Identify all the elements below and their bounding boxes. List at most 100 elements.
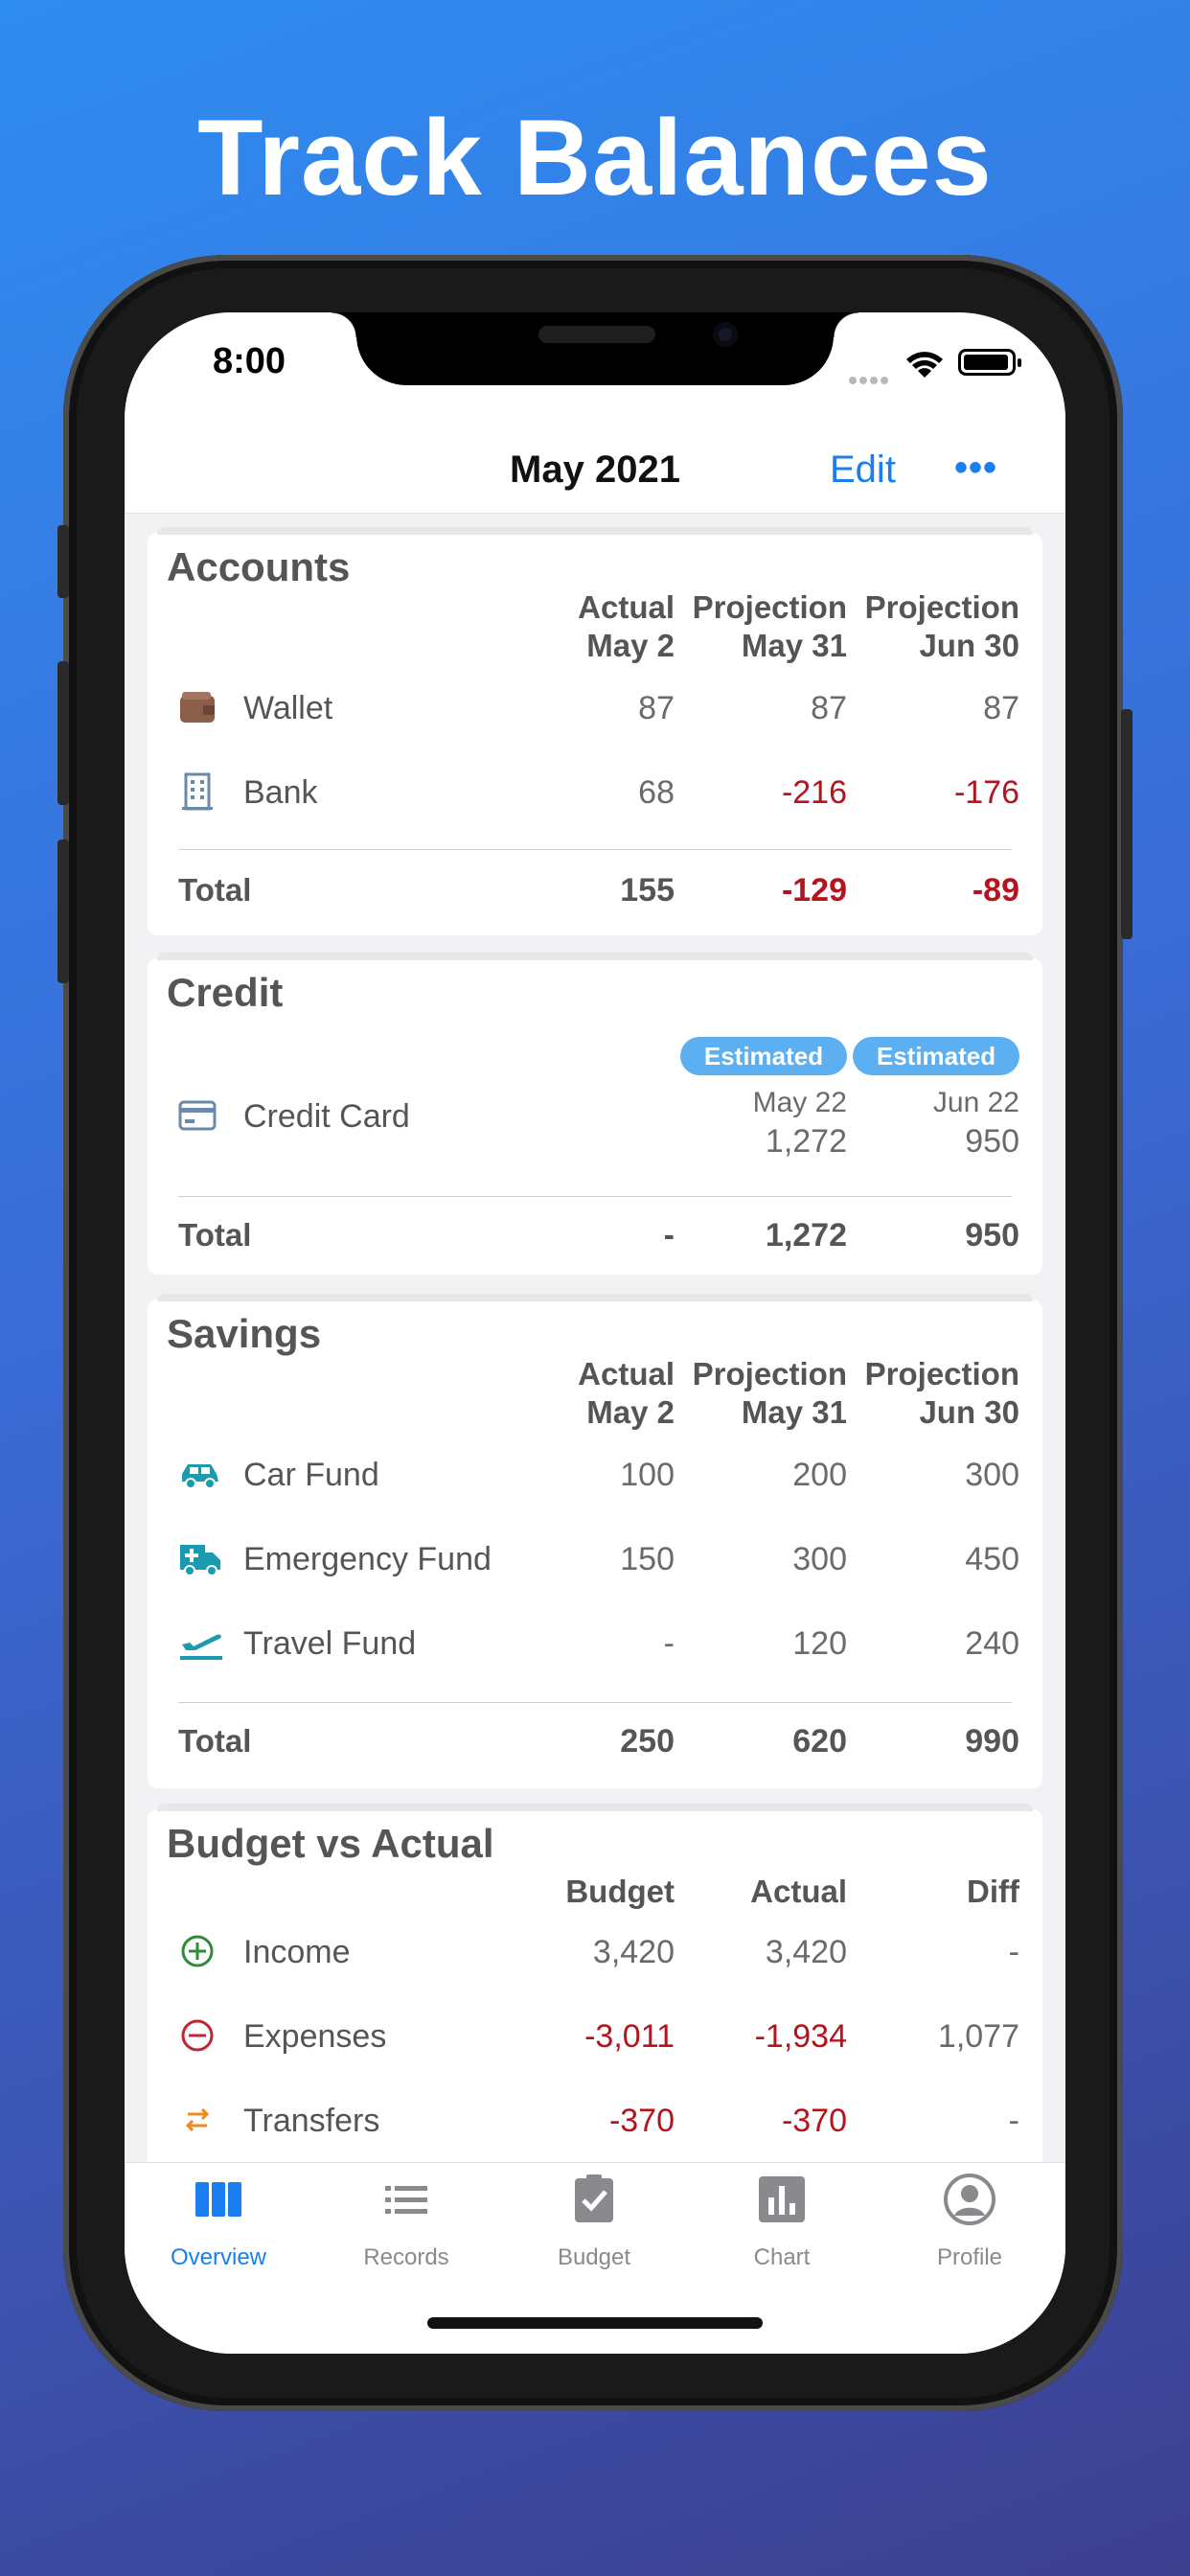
value-cell: -216 (781, 774, 847, 811)
tab-label: Budget (557, 2244, 631, 2270)
total-label: Total (178, 872, 252, 908)
savings-title: Savings (167, 1311, 322, 1356)
value-cell: - (663, 1625, 675, 1662)
plus-circle-icon (181, 1935, 214, 1967)
transfer-arrows-icon (185, 2107, 210, 2132)
tab-chart[interactable]: Chart (688, 2173, 876, 2271)
fund-name-travel: Travel Fund (243, 1625, 417, 1662)
tab-overview[interactable]: Overview (125, 2173, 312, 2271)
accounts-col-header-2: Projection May 31 (692, 589, 847, 663)
value-cell: -176 (953, 774, 1019, 811)
battery-icon (958, 349, 1021, 376)
value-cell: 3,420 (765, 1934, 847, 1970)
tab-profile[interactable]: Profile (876, 2173, 1064, 2271)
front-camera (713, 322, 738, 347)
tab-budget[interactable]: Budget (500, 2173, 688, 2271)
value-cell: 450 (965, 1541, 1019, 1577)
credit-card-section: Credit Estimated Estimated Credit Card M… (148, 953, 1042, 1275)
wifi-icon (906, 352, 943, 378)
divider (178, 1702, 1012, 1703)
value-cell: -3,011 (584, 2018, 675, 2055)
clipboard-check-icon (575, 2174, 613, 2222)
value-cell: 300 (792, 1541, 847, 1577)
nav-bar: May 2021 Edit ••• (125, 437, 1065, 514)
value-cell: - (1008, 1934, 1019, 1970)
value-cell: 87 (638, 690, 675, 726)
value-cell: -370 (781, 2103, 847, 2139)
phone-screen: 8:00 May 2021 Edit ••• Accounts Actual Ma… (125, 312, 1065, 2354)
total-value: 155 (620, 872, 675, 908)
columns-icon (195, 2182, 241, 2217)
total-value: 1,272 (765, 1217, 847, 1254)
overview-scroll[interactable]: Accounts Actual May 2 Projection May 31 Pr… (125, 514, 1065, 2162)
tab-label: Profile (936, 2244, 1003, 2270)
value-cell: 120 (792, 1625, 847, 1662)
value-cell: 87 (811, 690, 847, 726)
total-value: -89 (972, 872, 1019, 908)
budget-title: Budget vs Actual (167, 1821, 494, 1866)
status-time: 8:00 (213, 341, 286, 381)
credit-card-name: Credit Card (243, 1098, 410, 1135)
more-options-button[interactable]: ••• (954, 447, 997, 490)
account-name-bank: Bank (243, 774, 318, 811)
airplane-icon (180, 1634, 222, 1660)
edit-button[interactable]: Edit (830, 448, 896, 492)
page-title[interactable]: May 2021 (125, 448, 1065, 492)
total-value: 620 (792, 1723, 847, 1760)
budget-row-expenses: Expenses (243, 2018, 387, 2055)
value-cell: 1,272 (765, 1123, 847, 1160)
car-icon (182, 1464, 218, 1489)
budget-row-transfers: Transfers (243, 2103, 380, 2139)
estimated-badge: Estimated (853, 1037, 1019, 1075)
power-button (1121, 709, 1133, 939)
value-cell: 300 (965, 1457, 1019, 1493)
accounts-title: Accounts (167, 544, 351, 589)
savings-col-header-3: Projection Jun 30 (864, 1356, 1019, 1430)
value-cell: 68 (638, 774, 675, 811)
value-cell: -370 (608, 2103, 675, 2139)
headline: Track Balances (197, 98, 993, 218)
total-value: 950 (965, 1217, 1019, 1254)
volume-down-button (57, 840, 69, 983)
savings-card: Savings Actual May 2 Projection May 31 Pro… (148, 1294, 1042, 1788)
total-value: 990 (965, 1723, 1019, 1760)
volume-up-button (57, 661, 69, 805)
value-cell: 150 (620, 1541, 675, 1577)
value-cell: 87 (983, 690, 1019, 726)
value-cell: 200 (792, 1457, 847, 1493)
divider (178, 1196, 1012, 1197)
value-cell: 3,420 (592, 1934, 675, 1970)
budget-col-header: Budget (565, 1874, 675, 1909)
value-cell: 240 (965, 1625, 1019, 1662)
ambulance-icon (180, 1545, 220, 1576)
actual-col-header: Actual (750, 1874, 847, 1909)
home-indicator (427, 2317, 763, 2329)
tab-label: Chart (753, 2244, 811, 2270)
diff-col-header: Diff (967, 1874, 1019, 1909)
value-cell: 100 (620, 1457, 675, 1493)
speaker (538, 326, 655, 343)
due-date: Jun 22 (932, 1087, 1019, 1118)
total-value: - (663, 1217, 675, 1254)
list-icon (385, 2186, 427, 2214)
minus-circle-icon (181, 2019, 214, 2052)
divider (178, 849, 1012, 850)
estimated-badge: Estimated (680, 1037, 847, 1075)
fund-name-emergency: Emergency Fund (243, 1541, 492, 1577)
budget-vs-actual-card: Budget vs Actual Budget Actual Diff Inco… (148, 1804, 1042, 2162)
tab-records[interactable]: Records (312, 2173, 500, 2271)
value-cell: 1,077 (937, 2018, 1019, 2055)
total-label: Total (178, 1217, 252, 1253)
tab-label: Records (363, 2244, 449, 2270)
value-cell: -1,934 (754, 2018, 847, 2055)
savings-col-header-2: Projection May 31 (692, 1356, 847, 1430)
credit-title: Credit (167, 970, 284, 1015)
fund-name-car: Car Fund (243, 1457, 379, 1493)
credit-card-icon (178, 1100, 217, 1131)
notch (332, 312, 858, 385)
budget-row-income: Income (243, 1934, 351, 1970)
accounts-col-header-3: Projection Jun 30 (864, 589, 1019, 663)
wallet-icon (180, 692, 215, 723)
bank-building-icon (182, 772, 213, 811)
account-name-wallet: Wallet (243, 690, 333, 726)
